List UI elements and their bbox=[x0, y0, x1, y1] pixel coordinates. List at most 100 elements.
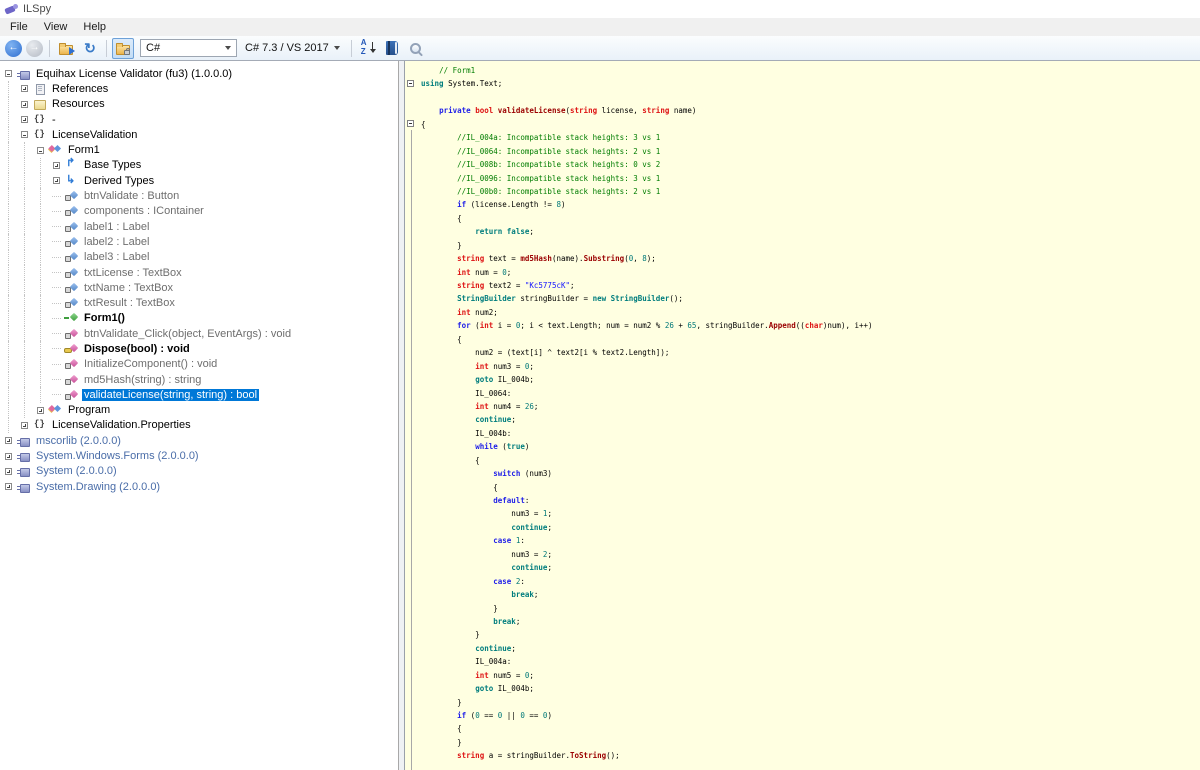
tree-item[interactable]: References bbox=[0, 81, 398, 96]
expand-icon[interactable] bbox=[5, 468, 12, 475]
collapse-icon[interactable] bbox=[21, 131, 28, 138]
expand-icon[interactable] bbox=[37, 407, 44, 414]
decompiled-code-editor[interactable]: // Form1using System.Text; private bool … bbox=[404, 61, 1200, 770]
search-icon bbox=[408, 41, 423, 56]
tree-expander[interactable] bbox=[0, 479, 16, 494]
collapse-icon[interactable] bbox=[5, 70, 12, 77]
open-button[interactable] bbox=[55, 38, 77, 59]
code-token: : bbox=[525, 496, 530, 505]
tree-expander[interactable] bbox=[0, 448, 16, 463]
tree-item[interactable]: Base Types bbox=[0, 158, 398, 173]
expand-icon[interactable] bbox=[21, 422, 28, 429]
tree-expander[interactable] bbox=[16, 81, 32, 96]
ns-icon bbox=[32, 128, 47, 142]
tree-item[interactable]: label1 : Label bbox=[0, 219, 398, 234]
tree-expander[interactable] bbox=[16, 418, 32, 433]
fold-margin bbox=[405, 61, 418, 770]
sort-az-icon bbox=[360, 40, 376, 56]
tree-expander[interactable] bbox=[16, 127, 32, 142]
tree-expander[interactable] bbox=[48, 173, 64, 188]
tree-guide-line bbox=[16, 341, 32, 356]
version-select[interactable]: C# 7.3 / VS 2017 bbox=[239, 39, 346, 57]
tree-item[interactable]: System.Drawing (2.0.0.0) bbox=[0, 479, 398, 494]
fold-collapse-icon[interactable] bbox=[407, 120, 414, 127]
tree-item[interactable]: md5Hash(string) : string bbox=[0, 372, 398, 387]
expand-icon[interactable] bbox=[21, 85, 28, 92]
field-icon bbox=[64, 266, 79, 280]
tree-item[interactable]: System.Windows.Forms (2.0.0.0) bbox=[0, 448, 398, 463]
search-button[interactable] bbox=[405, 38, 427, 59]
tree-expander[interactable] bbox=[16, 112, 32, 127]
collapse-icon[interactable] bbox=[37, 147, 44, 154]
expand-icon[interactable] bbox=[5, 453, 12, 460]
tree-expander[interactable] bbox=[32, 403, 48, 418]
open-from-gac-button[interactable] bbox=[112, 38, 134, 59]
tree-item[interactable]: Derived Types bbox=[0, 173, 398, 188]
expand-icon[interactable] bbox=[5, 437, 12, 444]
menu-file[interactable]: File bbox=[2, 18, 36, 36]
tree-item[interactable]: txtName : TextBox bbox=[0, 280, 398, 295]
tree-item[interactable]: Form1 bbox=[0, 142, 398, 157]
tree-item[interactable]: label3 : Label bbox=[0, 250, 398, 265]
menu-help[interactable]: Help bbox=[75, 18, 114, 36]
tree-item[interactable]: - bbox=[0, 112, 398, 127]
tree-expander[interactable] bbox=[0, 66, 16, 81]
tree-item[interactable]: label2 : Label bbox=[0, 234, 398, 249]
tree-guide-line bbox=[16, 295, 32, 310]
tree-item[interactable]: Program bbox=[0, 403, 398, 418]
tree-expander[interactable] bbox=[32, 142, 48, 157]
assembly-list-button[interactable] bbox=[381, 38, 403, 59]
sort-assemblies-button[interactable] bbox=[357, 38, 379, 59]
tree-expander[interactable] bbox=[0, 464, 16, 479]
code-line: break; bbox=[421, 588, 1200, 601]
expand-icon[interactable] bbox=[21, 101, 28, 108]
fold-collapse-icon[interactable] bbox=[407, 80, 414, 87]
tree-item[interactable]: Form1() bbox=[0, 311, 398, 326]
code-token: ; bbox=[547, 550, 552, 559]
reload-button[interactable]: ↻ bbox=[79, 38, 101, 59]
tree-guide-line bbox=[16, 142, 32, 157]
tree-guide-line bbox=[16, 372, 32, 387]
tree-item[interactable]: Resources bbox=[0, 97, 398, 112]
tree-item[interactable]: LicenseValidation.Properties bbox=[0, 418, 398, 433]
tree-expander[interactable] bbox=[48, 158, 64, 173]
tree-item[interactable]: Equihax License Validator (fu3) (1.0.0.0… bbox=[0, 66, 398, 81]
menu-view[interactable]: View bbox=[36, 18, 76, 36]
back-button[interactable]: ← bbox=[5, 40, 22, 57]
language-select[interactable]: C# bbox=[140, 39, 237, 57]
code-token: ; bbox=[547, 563, 552, 572]
code-token bbox=[421, 160, 457, 169]
tree-item[interactable]: components : IContainer bbox=[0, 204, 398, 219]
tree-item[interactable]: btnValidate : Button bbox=[0, 188, 398, 203]
code-token: ) bbox=[561, 200, 566, 209]
tree-item[interactable]: InitializeComponent() : void bbox=[0, 357, 398, 372]
code-token: (); bbox=[669, 294, 683, 303]
tree-item[interactable]: txtResult : TextBox bbox=[0, 295, 398, 310]
expand-icon[interactable] bbox=[5, 483, 12, 490]
code-token bbox=[421, 133, 457, 142]
forward-button[interactable]: → bbox=[26, 40, 43, 57]
tree-item[interactable]: validateLicense(string, string) : bool bbox=[0, 387, 398, 402]
tree-expander[interactable] bbox=[0, 433, 16, 448]
ilspy-logo-icon bbox=[5, 3, 18, 16]
tree-item[interactable]: mscorlib (2.0.0.0) bbox=[0, 433, 398, 448]
code-token: (license.Length != bbox=[466, 200, 556, 209]
tree-item[interactable]: LicenseValidation bbox=[0, 127, 398, 142]
code-line: } bbox=[421, 628, 1200, 641]
expand-icon[interactable] bbox=[53, 162, 60, 169]
code-token: string bbox=[457, 281, 484, 290]
tree-expander[interactable] bbox=[16, 97, 32, 112]
tree-item[interactable]: Dispose(bool) : void bbox=[0, 341, 398, 356]
tree-item[interactable]: btnValidate_Click(object, EventArgs) : v… bbox=[0, 326, 398, 341]
code-line: int num3 = 0; bbox=[421, 360, 1200, 373]
tree-item[interactable]: System (2.0.0.0) bbox=[0, 464, 398, 479]
tree-item[interactable]: txtLicense : TextBox bbox=[0, 265, 398, 280]
tree-item-label: Form1 bbox=[66, 144, 102, 156]
tree-connector bbox=[48, 234, 64, 249]
code-line: int num5 = 0; bbox=[421, 669, 1200, 682]
expand-icon[interactable] bbox=[21, 116, 28, 123]
code-token: stringBuilder = bbox=[516, 294, 593, 303]
assembly-tree[interactable]: Equihax License Validator (fu3) (1.0.0.0… bbox=[0, 61, 399, 770]
expand-icon[interactable] bbox=[53, 177, 60, 184]
tree-item-label: System.Drawing (2.0.0.0) bbox=[34, 481, 162, 493]
